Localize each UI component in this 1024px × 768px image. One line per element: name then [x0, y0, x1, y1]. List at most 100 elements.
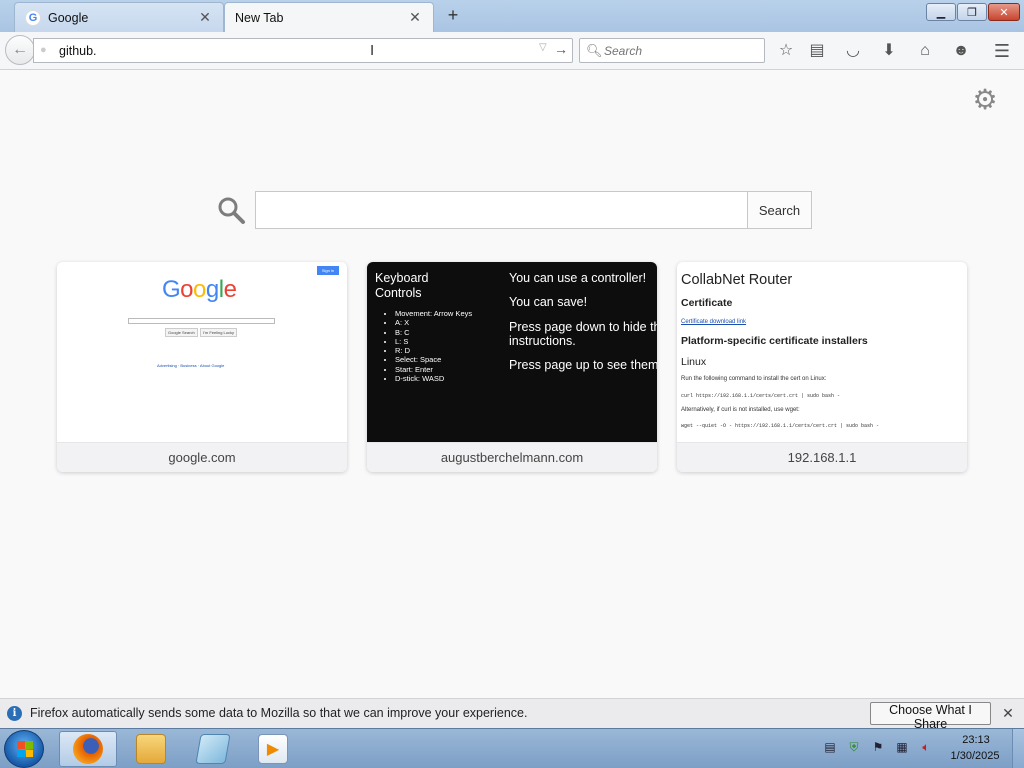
taskbar-media-player[interactable]: ▶: [244, 731, 302, 767]
list-item: B: C: [395, 328, 472, 337]
feeling-lucky-mini-button: I'm Feeling Lucky: [200, 328, 237, 337]
tab-google[interactable]: G Google ✕: [14, 2, 224, 32]
site-identity-icon[interactable]: ●: [40, 44, 53, 57]
tile-label: google.com: [57, 442, 347, 472]
google-logo: Google: [162, 276, 237, 303]
action-center-flag-icon[interactable]: ⚑: [870, 739, 886, 755]
thumb-link: Certificate download link: [681, 319, 747, 325]
thumb-text: Press page up to see them: [509, 358, 657, 372]
maximize-button[interactable]: ❐: [957, 3, 987, 21]
tile-thumbnail: CollabNet Router Certificate Certificate…: [677, 262, 967, 442]
url-input[interactable]: [59, 42, 539, 60]
firefox-icon: [73, 734, 103, 764]
explorer-icon: [136, 734, 166, 764]
taskbar-firefox[interactable]: [59, 731, 117, 767]
home-icon[interactable]: ⌂: [914, 40, 936, 62]
google-icon: G: [25, 9, 41, 26]
notepad-icon: [195, 734, 231, 764]
google-search-box: [128, 318, 275, 324]
text-cursor-icon: I: [370, 42, 375, 59]
windows-logo-icon: [17, 741, 33, 757]
list-item: R: D: [395, 346, 472, 355]
newtab-search-input[interactable]: [255, 191, 748, 229]
thumb-heading: CollabNet Router: [681, 272, 793, 288]
start-button[interactable]: [4, 730, 44, 768]
reading-list-icon[interactable]: ▤: [806, 40, 828, 62]
back-button[interactable]: ←: [5, 35, 35, 65]
clock-time[interactable]: 23:13: [948, 734, 1004, 746]
search-bar[interactable]: 🔍︎: [579, 38, 765, 63]
thumb-text: Press page down to hide th: [509, 320, 657, 334]
thumb-text: instructions.: [509, 334, 576, 348]
choose-what-i-share-button[interactable]: Choose What I Share: [870, 702, 991, 731]
google-search-mini-button: Google Search: [165, 328, 198, 337]
thumb-subheading: Linux: [681, 356, 707, 368]
list-item: Select: Space: [395, 355, 472, 364]
newtab-search-button[interactable]: Search: [747, 191, 812, 229]
tab-strip: G Google ✕ New Tab ✕ + ▁ ❐ ✕: [0, 0, 1024, 32]
tile-label: augustberchelmann.com: [367, 442, 657, 472]
clipboard-icon[interactable]: ▤: [822, 739, 838, 755]
new-tab-button[interactable]: +: [443, 4, 463, 26]
tile-label: 192.168.1.1: [677, 442, 967, 472]
gear-icon[interactable]: ⚙: [971, 86, 999, 114]
thumb-text: Alternatively, if curl is not installed,…: [681, 407, 800, 413]
clock-date[interactable]: 1/30/2025: [944, 750, 1006, 762]
thumb-code: wget --quiet -O - https://192.168.1.1/ce…: [681, 423, 880, 429]
notification-text: Firefox automatically sends some data to…: [30, 706, 528, 720]
close-icon[interactable]: ✕: [1000, 705, 1016, 722]
security-shield-icon[interactable]: ⛨: [846, 739, 862, 755]
downloads-icon[interactable]: ⬇: [878, 40, 900, 62]
menu-icon[interactable]: ☰: [991, 40, 1013, 62]
top-site-tile-router[interactable]: CollabNet Router Certificate Certificate…: [677, 262, 967, 472]
hello-chat-icon[interactable]: ☻: [950, 40, 972, 62]
close-window-button[interactable]: ✕: [988, 3, 1020, 21]
taskbar-explorer[interactable]: [122, 731, 180, 767]
navigation-toolbar: ← ● ▽ → 🔍︎ ☆ ▤ ◡ ⬇ ⌂ ☻ ☰: [0, 32, 1024, 70]
restore-icon: ❐: [967, 6, 977, 19]
list-item: Movement: Arrow Keys: [395, 309, 472, 318]
mini-link: Advertising · Business · About Google: [157, 363, 225, 368]
show-desktop-button[interactable]: [1012, 729, 1024, 768]
windows-taskbar: ▶ ▤ ⛨ ⚑ ▦ 🔈︎ 23:13 1/30/2025: [0, 728, 1024, 768]
tab-new-tab[interactable]: New Tab ✕: [224, 2, 434, 32]
url-bar[interactable]: ● ▽ →: [33, 38, 573, 63]
go-arrow-icon[interactable]: →: [554, 41, 570, 57]
media-player-icon: ▶: [258, 734, 288, 764]
top-site-tile-augustberchelmann[interactable]: Keyboard Controls Movement: Arrow Keys A…: [367, 262, 657, 472]
list-item: D-stick: WASD: [395, 374, 472, 383]
bookmark-star-icon[interactable]: ☆: [775, 40, 797, 62]
back-arrow-icon: ←: [12, 41, 28, 58]
minimize-button[interactable]: ▁: [926, 3, 956, 21]
thumb-subheading: Platform-specific certificate installers: [681, 335, 868, 347]
history-dropdown-icon[interactable]: ▽: [539, 42, 553, 53]
system-tray: ▤ ⛨ ⚑ ▦ 🔈︎: [820, 739, 940, 759]
volume-muted-icon[interactable]: 🔈︎: [918, 739, 934, 755]
network-icon[interactable]: ▦: [894, 739, 910, 755]
list-item: Start: Enter: [395, 365, 472, 374]
taskbar-notepad[interactable]: [184, 731, 242, 767]
thumb-heading: Keyboard Controls: [375, 271, 429, 300]
search-input[interactable]: [604, 43, 759, 59]
search-engine-icon[interactable]: 🔍︎: [586, 43, 603, 59]
close-tab-icon[interactable]: ✕: [407, 9, 423, 26]
thumb-text: Run the following command to install the…: [681, 376, 827, 382]
tile-thumbnail: Sign in Google Google Search I'm Feeling…: [57, 262, 347, 442]
signin-mini-button: Sign in: [317, 266, 339, 275]
list-item: L: S: [395, 337, 472, 346]
close-tab-icon[interactable]: ✕: [197, 9, 213, 26]
thumb-subheading: Certificate: [681, 297, 733, 309]
tile-thumbnail: Keyboard Controls Movement: Arrow Keys A…: [367, 262, 657, 442]
top-site-tile-google[interactable]: Sign in Google Google Search I'm Feeling…: [57, 262, 347, 472]
minimize-icon: ▁: [936, 6, 946, 19]
thumb-text: You can save!: [509, 295, 588, 309]
info-icon: i: [7, 706, 22, 721]
data-reporting-notification-bar: i Firefox automatically sends some data …: [0, 698, 1024, 731]
list-item: A: X: [395, 318, 472, 327]
search-icon: [218, 197, 245, 224]
tab-title: Google: [48, 10, 89, 25]
controls-list: Movement: Arrow Keys A: X B: C L: S R: D…: [385, 309, 472, 383]
tab-title: New Tab: [235, 10, 284, 25]
pocket-icon[interactable]: ◡: [842, 40, 864, 62]
thumb-code: curl https://192.168.1.1/certs/cert.crt …: [681, 393, 841, 399]
